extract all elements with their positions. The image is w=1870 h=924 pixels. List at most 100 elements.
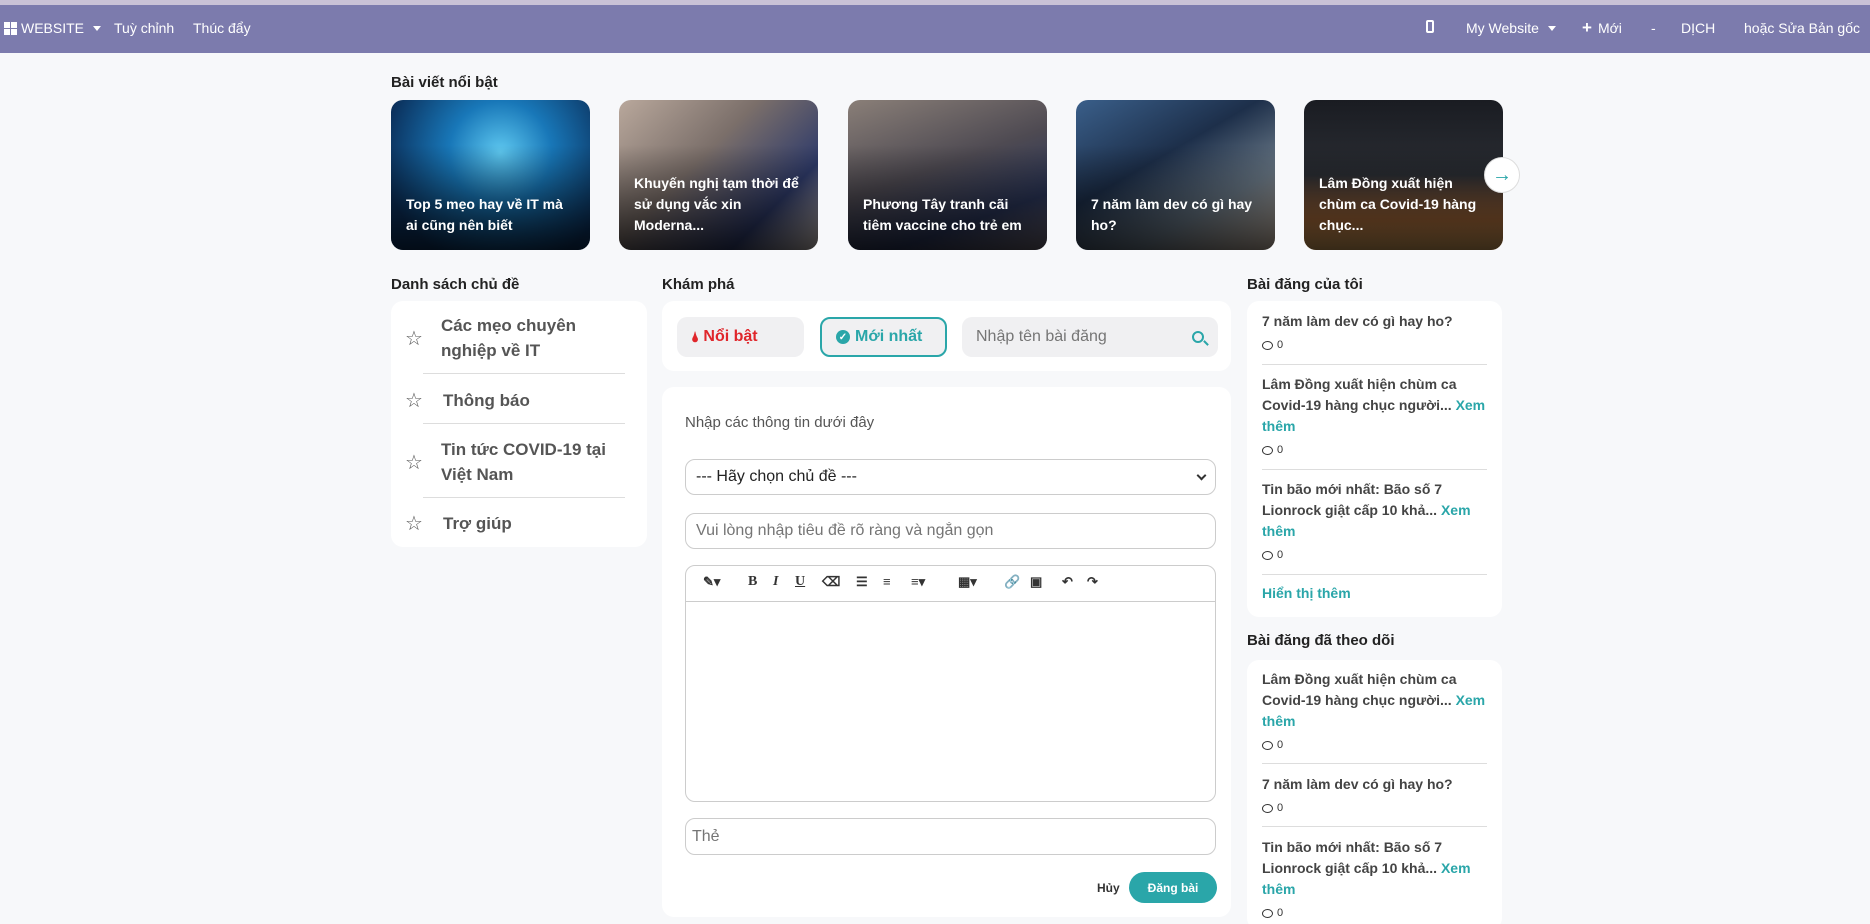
followed-post-item[interactable]: Lâm Đồng xuất hiện chùm ca Covid-19 hàng… xyxy=(1262,669,1486,756)
magic-wand-icon[interactable]: ✎▾ xyxy=(703,574,720,590)
divider xyxy=(1262,763,1487,764)
comment-icon xyxy=(1262,909,1273,918)
topic-label: Tin tức COVID-19 tại Việt Nam xyxy=(440,440,606,484)
my-website-switcher[interactable]: My Website xyxy=(1466,20,1556,36)
comment-icon xyxy=(1262,804,1273,813)
post-search-box[interactable] xyxy=(962,317,1218,357)
rich-text-editor[interactable] xyxy=(685,565,1216,802)
comment-count: 0 xyxy=(1277,907,1284,919)
customize-label: Tuỳ chỉnh xyxy=(114,20,175,36)
star-icon: ☆ xyxy=(405,451,423,474)
my-post-item[interactable]: Tin bão mới nhất: Bão số 7 Lionrock giật… xyxy=(1262,479,1486,566)
featured-card[interactable]: Khuyến nghị tạm thời để sử dụng vắc xin … xyxy=(619,100,818,250)
divider xyxy=(1262,469,1487,470)
tab-latest-label: Mới nhất xyxy=(855,328,923,345)
divider xyxy=(423,373,625,374)
comment-count: 0 xyxy=(1277,802,1284,814)
comment-count: 0 xyxy=(1277,339,1284,351)
plus-icon: + xyxy=(1582,18,1592,37)
topic-item[interactable]: ☆ Tin tức COVID-19 tại Việt Nam xyxy=(405,437,625,487)
post-search-input[interactable] xyxy=(976,328,1192,346)
topic-label: Trợ giúp xyxy=(443,514,512,533)
apps-grid-icon xyxy=(4,21,17,35)
show-more-link[interactable]: Hiển thị thêm xyxy=(1262,585,1351,601)
tab-featured-label: Nổi bật xyxy=(703,328,758,345)
my-website-label: My Website xyxy=(1466,20,1539,36)
translate-label: DỊCH xyxy=(1681,20,1716,36)
featured-card[interactable]: Top 5 mẹo hay về IT mà ai cũng nên biết xyxy=(391,100,590,250)
translate-button[interactable]: DỊCH xyxy=(1681,20,1715,36)
submit-post-button[interactable]: Đăng bài xyxy=(1129,872,1217,903)
post-title: 7 năm làm dev có gì hay ho? xyxy=(1262,776,1453,792)
align-icon[interactable]: ≡▾ xyxy=(911,574,925,590)
fire-icon: 🌢 xyxy=(691,328,700,345)
promote-menu[interactable]: Thúc đẩy xyxy=(193,20,251,36)
edit-source-button[interactable]: hoặc Sửa Bản gốc xyxy=(1744,20,1860,36)
carousel-next-button[interactable]: → xyxy=(1484,157,1520,193)
language-dropdown[interactable]: - xyxy=(1651,20,1656,36)
arrow-right-icon: → xyxy=(1492,163,1512,186)
customize-menu[interactable]: Tuỳ chỉnh xyxy=(114,20,174,36)
topic-item[interactable]: ☆ Trợ giúp xyxy=(405,511,625,536)
bullet-list-icon[interactable]: ☰ xyxy=(856,574,868,590)
search-icon[interactable] xyxy=(1192,331,1209,346)
new-label: Mới xyxy=(1597,20,1622,36)
table-icon[interactable]: ▦▾ xyxy=(958,574,977,590)
topic-label: Thông báo xyxy=(443,391,530,410)
featured-card[interactable]: 7 năm làm dev có gì hay ho? xyxy=(1076,100,1275,250)
explore-title: Khám phá xyxy=(662,276,735,293)
bold-icon[interactable]: B xyxy=(748,574,757,590)
featured-card[interactable]: Phương Tây tranh cãi tiêm vaccine cho tr… xyxy=(848,100,1047,250)
followed-posts-title: Bài đăng đã theo dõi xyxy=(1247,632,1395,649)
link-icon[interactable]: 🔗 xyxy=(1004,574,1020,590)
star-icon: ☆ xyxy=(405,513,423,535)
image-icon[interactable]: ▣ xyxy=(1030,574,1042,590)
my-post-item[interactable]: 7 năm làm dev có gì hay ho? 0 xyxy=(1262,311,1486,356)
cancel-button[interactable]: Hủy xyxy=(1097,881,1120,895)
topic-select[interactable]: --- Hãy chọn chủ đề --- xyxy=(685,459,1216,495)
tab-latest[interactable]: ✓ Mới nhất xyxy=(820,317,947,357)
eraser-icon[interactable]: ⌫ xyxy=(822,574,840,590)
tags-input[interactable] xyxy=(692,827,1209,846)
topics-panel: ☆ Các mẹo chuyên nghiệp về IT ☆ Thông bá… xyxy=(391,301,647,547)
post-title-field[interactable] xyxy=(685,513,1216,549)
card-caption: Top 5 mẹo hay về IT mà ai cũng nên biết xyxy=(406,196,563,233)
mobile-preview-button[interactable] xyxy=(1426,20,1434,33)
post-title: Tin bão mới nhất: Bão số 7 Lionrock giật… xyxy=(1262,481,1443,518)
card-caption: Khuyến nghị tạm thời để sử dụng vắc xin … xyxy=(634,175,799,233)
post-title-input[interactable] xyxy=(696,522,1205,540)
edit-source-label: hoặc Sửa Bản gốc xyxy=(1744,20,1861,36)
followed-post-item[interactable]: 7 năm làm dev có gì hay ho? 0 xyxy=(1262,774,1486,819)
topic-item[interactable]: ☆ Các mẹo chuyên nghiệp về IT xyxy=(405,313,625,363)
chevron-down-icon xyxy=(1196,470,1207,480)
my-post-item[interactable]: Lâm Đồng xuất hiện chùm ca Covid-19 hàng… xyxy=(1262,374,1486,461)
chevron-down-icon xyxy=(93,25,102,31)
website-menu[interactable]: WEBSITE xyxy=(4,20,102,36)
form-intro: Nhập các thông tin dưới đây xyxy=(685,414,875,431)
new-content-button[interactable]: + Mới xyxy=(1582,18,1622,37)
check-circle-icon: ✓ xyxy=(836,330,850,344)
followed-post-item[interactable]: Tin bão mới nhất: Bão số 7 Lionrock giật… xyxy=(1262,837,1486,924)
topic-select-value: --- Hãy chọn chủ đề --- xyxy=(696,468,857,485)
tags-field[interactable] xyxy=(685,818,1216,855)
featured-card[interactable]: Lâm Đồng xuất hiện chùm ca Covid-19 hàng… xyxy=(1304,100,1503,250)
comment-count: 0 xyxy=(1277,549,1284,561)
post-title: Tin bão mới nhất: Bão số 7 Lionrock giật… xyxy=(1262,839,1443,876)
star-icon: ☆ xyxy=(405,390,423,412)
undo-icon[interactable]: ↶ xyxy=(1062,574,1073,590)
star-icon: ☆ xyxy=(405,327,423,350)
underline-icon[interactable]: U xyxy=(795,574,805,590)
divider xyxy=(423,497,625,498)
italic-icon[interactable]: I xyxy=(773,574,778,590)
topic-item[interactable]: ☆ Thông báo xyxy=(405,388,625,413)
redo-icon[interactable]: ↷ xyxy=(1087,574,1098,590)
post-title: Lâm Đồng xuất hiện chùm ca Covid-19 hàng… xyxy=(1262,671,1457,708)
post-title: 7 năm làm dev có gì hay ho? xyxy=(1262,313,1453,329)
comment-count: 0 xyxy=(1277,739,1284,751)
divider xyxy=(1262,574,1487,575)
comment-icon xyxy=(1262,551,1273,560)
comment-count: 0 xyxy=(1277,444,1284,456)
tab-featured[interactable]: 🌢 Nổi bật xyxy=(677,317,804,357)
website-menu-label: WEBSITE xyxy=(21,20,85,36)
numbered-list-icon[interactable]: ≡ xyxy=(883,574,891,589)
